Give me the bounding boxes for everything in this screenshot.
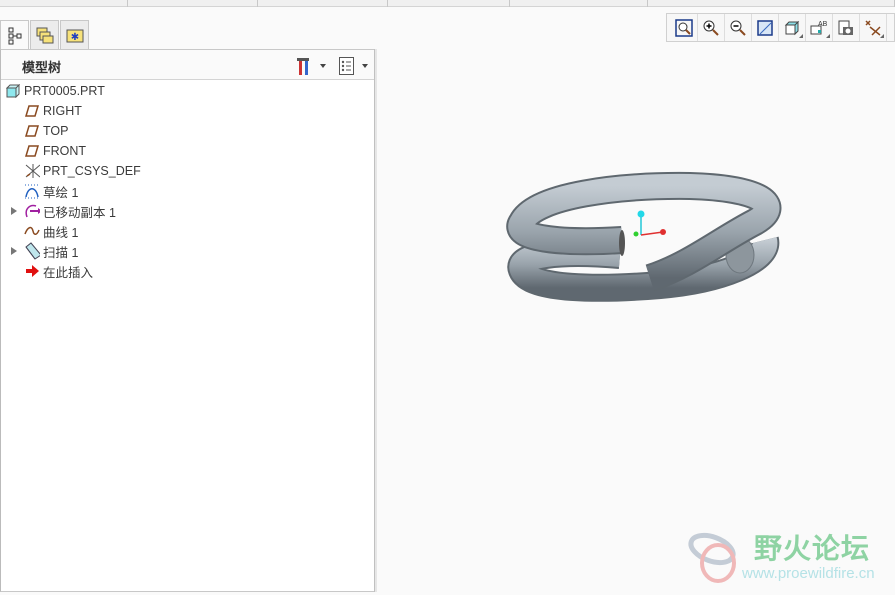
show-options-button[interactable] — [338, 56, 368, 76]
tree-item[interactable]: 在此插入 — [24, 261, 93, 281]
tree-item[interactable]: RIGHT — [24, 101, 82, 121]
tree-item-label: TOP — [43, 124, 69, 138]
refit-button[interactable] — [671, 14, 698, 41]
list-icon — [339, 57, 354, 75]
tree-item-label: RIGHT — [43, 104, 82, 118]
tab-model-tree[interactable] — [0, 20, 29, 50]
spring-model — [506, 171, 782, 302]
curve-icon — [24, 223, 40, 239]
watermark-name: 野火论坛 — [754, 533, 871, 564]
view-manager-icon — [838, 20, 853, 35]
tab-favorites[interactable]: ✱ — [60, 20, 89, 49]
tools-icon — [297, 58, 309, 75]
expand-arrow-icon[interactable] — [11, 207, 17, 215]
tree-item[interactable]: 曲线 1 — [24, 221, 78, 241]
zoom-in-icon — [703, 20, 719, 36]
tree-item-label: 在此插入 — [43, 265, 94, 280]
moved-copy-icon — [24, 203, 40, 219]
watermark-url: www.proewildfire.cn — [742, 565, 875, 582]
tree-item[interactable]: 扫描 1 — [24, 241, 78, 261]
tree-item-label: PRT_CSYS_DEF — [43, 164, 141, 178]
datum-plane-icon — [24, 143, 40, 159]
model-tree: PRT0005.PRT RIGHT TOP FRONT PRT_CSYS_DEF 草绘 1… — [1, 80, 375, 300]
tree-item[interactable]: 草绘 1 — [24, 181, 78, 201]
coil-cut-end — [619, 230, 625, 256]
graphics-window[interactable] — [377, 49, 895, 592]
tree-item-label: 草绘 1 — [43, 185, 79, 200]
insert-here-icon — [24, 263, 40, 279]
view-manager-button[interactable] — [833, 14, 860, 41]
repaint-icon — [757, 19, 773, 36]
tree-item-label: 扫描 1 — [43, 245, 79, 260]
csys-marker — [633, 210, 666, 237]
favorites-folder-icon: ✱ — [66, 29, 83, 43]
datum-display-button[interactable] — [860, 14, 887, 41]
tab-folder-browser[interactable] — [30, 20, 59, 49]
tree-item[interactable]: TOP — [24, 121, 68, 141]
refit-icon — [675, 18, 693, 37]
svg-text:✱: ✱ — [70, 32, 78, 43]
tree-item-label: 曲线 1 — [43, 225, 79, 240]
zoom-out-icon — [730, 20, 746, 36]
tree-settings-button[interactable] — [294, 56, 326, 76]
zoom-in-button[interactable] — [698, 14, 725, 41]
datum-plane-icon — [24, 123, 40, 139]
datum-plane-icon — [24, 103, 40, 119]
tree-item-label: FRONT — [43, 144, 87, 158]
tree-item-label: 已移动副本 1 — [43, 205, 116, 220]
saved-views-button[interactable]: AB — [806, 14, 833, 41]
view-toolbar: AB — [666, 13, 895, 42]
model-tree-panel: 模型树 PRT0005.PRT RIGHT TOP FRONT PRT_CSYS_DEF… — [0, 49, 376, 592]
sketch-icon — [24, 183, 40, 199]
tree-item[interactable]: FRONT — [24, 141, 86, 161]
zoom-out-button[interactable] — [725, 14, 752, 41]
display-style-button[interactable] — [779, 14, 806, 41]
watermark: 野火论坛 www.proewildfire.cn — [684, 525, 875, 588]
sweep-icon — [24, 242, 40, 260]
svg-text:AB: AB — [818, 21, 828, 28]
tree-item[interactable]: PRT0005.PRT — [5, 81, 105, 101]
part-icon — [5, 83, 21, 99]
csys-icon — [24, 163, 40, 179]
model-tree-icon — [8, 27, 21, 44]
tree-item-label: PRT0005.PRT — [24, 84, 105, 98]
panel-title: 模型树 — [22, 60, 62, 75]
repaint-button[interactable] — [752, 14, 779, 41]
expand-arrow-icon[interactable] — [11, 247, 17, 255]
tree-item[interactable]: PRT_CSYS_DEF — [24, 161, 141, 181]
tree-item[interactable]: 已移动副本 1 — [24, 201, 116, 221]
folders-icon — [36, 27, 53, 44]
top-ribbon-edge — [0, 0, 895, 7]
